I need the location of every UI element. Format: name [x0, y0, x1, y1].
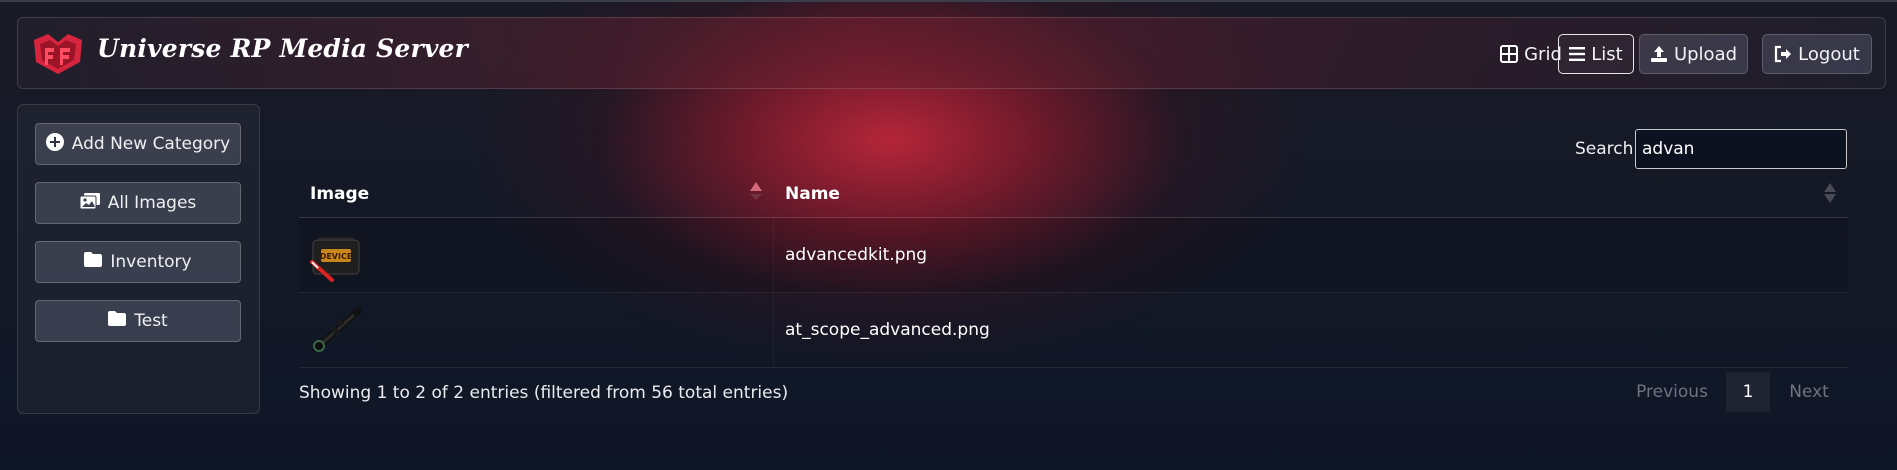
pagination-page-1[interactable]: 1: [1726, 372, 1770, 412]
column-header-name[interactable]: Name: [785, 184, 840, 204]
sidebar-item-test[interactable]: Test: [35, 300, 241, 342]
upload-button[interactable]: Upload: [1639, 34, 1748, 74]
list-view-label: List: [1591, 43, 1623, 65]
column-divider: [773, 293, 774, 367]
table-header: Image Name: [299, 172, 1848, 218]
thumbnail-text: DEVICE: [320, 252, 353, 261]
table-info: Showing 1 to 2 of 2 entries (filtered fr…: [299, 383, 789, 403]
category-sidebar: Add New Category All Images Inventory Te…: [17, 104, 260, 414]
grid-view-label: Grid: [1524, 43, 1562, 65]
pagination-next-button[interactable]: Next: [1775, 372, 1843, 412]
advanced-kit-thumbnail-icon: DEVICE: [310, 237, 360, 282]
sidebar-item-label: All Images: [107, 193, 197, 213]
sidebar-item-label: Test: [134, 311, 168, 331]
media-table: Image Name DEVICE advancedkit.png at_sco…: [299, 172, 1848, 368]
upload-icon: [1650, 45, 1668, 63]
sidebar-item-all-images[interactable]: All Images: [35, 182, 241, 224]
file-name: at_scope_advanced.png: [785, 320, 990, 340]
images-icon: [79, 192, 100, 214]
window-top-border: [0, 0, 1897, 2]
folder-icon: [84, 252, 103, 272]
add-new-category-label: Add New Category: [71, 134, 231, 154]
logout-label: Logout: [1798, 43, 1860, 65]
list-icon: [1569, 47, 1586, 61]
logout-icon: [1774, 45, 1792, 63]
table-row[interactable]: DEVICE advancedkit.png: [299, 218, 1848, 293]
plus-circle-icon: [45, 132, 64, 156]
add-new-category-button[interactable]: Add New Category: [35, 123, 241, 165]
logout-button[interactable]: Logout: [1762, 34, 1872, 74]
file-name: advancedkit.png: [785, 245, 928, 265]
sidebar-item-label: Inventory: [110, 252, 192, 272]
column-divider: [773, 218, 774, 292]
top-navbar: Universe RP Media Server Grid List Uploa…: [17, 17, 1886, 89]
upload-label: Upload: [1673, 43, 1738, 65]
search-label: Search:: [1575, 139, 1640, 159]
folder-icon: [108, 311, 127, 331]
brand-logo-icon: [34, 34, 82, 74]
sort-descending-icon: [750, 194, 762, 200]
app-title: Universe RP Media Server: [97, 34, 469, 63]
sort-both-icon: [1824, 183, 1836, 203]
grid-icon: [1500, 45, 1519, 63]
list-view-button[interactable]: List: [1558, 34, 1634, 74]
pagination-previous-button[interactable]: Previous: [1624, 372, 1720, 412]
column-header-image[interactable]: Image: [310, 184, 369, 204]
sidebar-item-inventory[interactable]: Inventory: [35, 241, 241, 283]
search-input[interactable]: [1635, 129, 1847, 169]
rifle-scope-thumbnail-icon: [312, 307, 362, 353]
table-row[interactable]: at_scope_advanced.png: [299, 293, 1848, 368]
sort-ascending-icon: [750, 182, 762, 191]
